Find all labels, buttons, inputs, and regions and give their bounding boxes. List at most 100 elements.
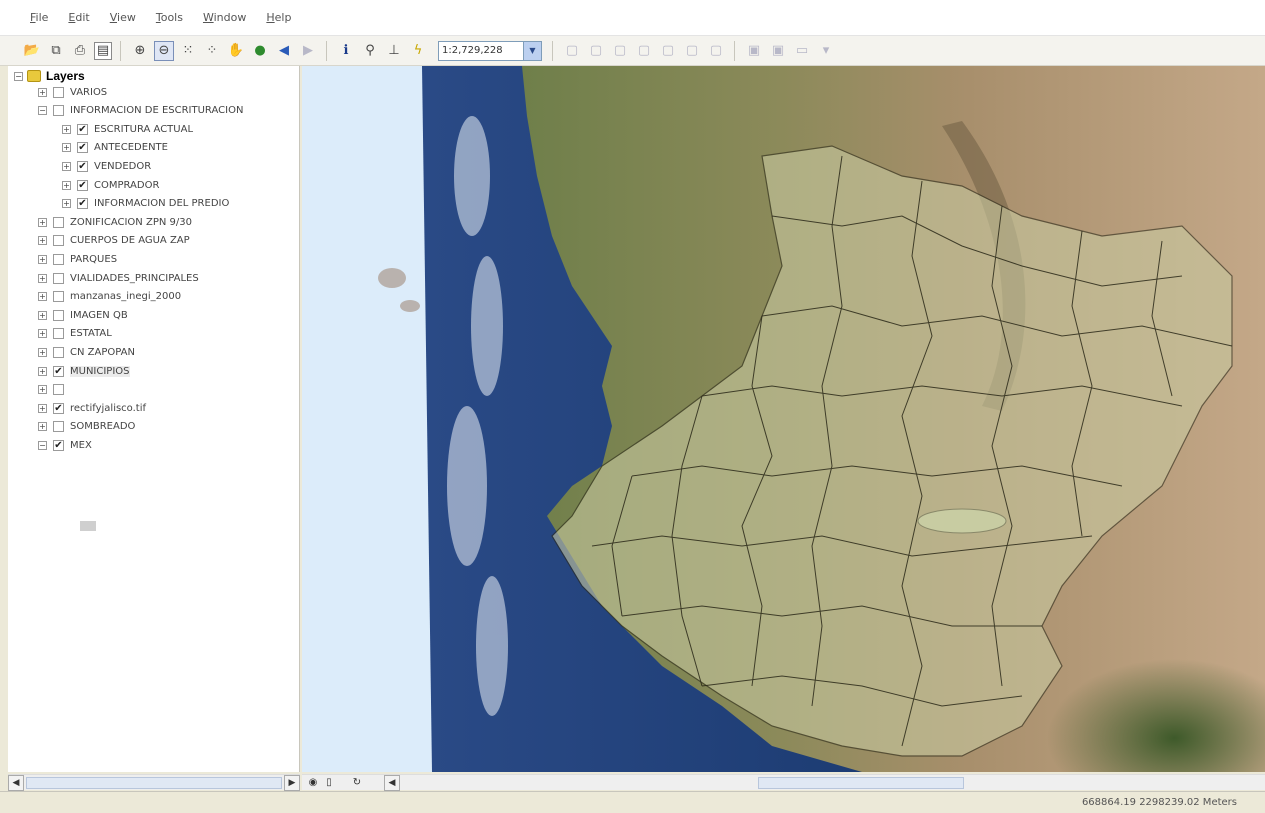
sketch-tool-icon[interactable]: ▢ bbox=[586, 41, 606, 61]
layer-visibility-checkbox[interactable]: ✔ bbox=[53, 291, 64, 303]
expand-icon[interactable]: + bbox=[62, 161, 71, 171]
zoom-out-icon[interactable]: ⊖ bbox=[154, 40, 174, 61]
expand-icon[interactable]: + bbox=[62, 124, 71, 134]
measure-icon[interactable]: ⊥ bbox=[384, 41, 404, 61]
layer-visibility-checkbox[interactable]: ✔ bbox=[53, 346, 64, 358]
zoom-in-icon[interactable]: ⊕ bbox=[130, 41, 150, 61]
scroll-left-icon[interactable]: ◀ bbox=[384, 775, 400, 791]
layer-visibility-checkbox[interactable]: ✔ bbox=[77, 142, 88, 154]
layers-root[interactable]: − Layers bbox=[14, 68, 85, 84]
layer-visibility-checkbox[interactable]: ✔ bbox=[53, 328, 64, 340]
toc-horizontal-scrollbar[interactable]: ◀ ▶ bbox=[8, 774, 300, 791]
dropdown-arrow-icon[interactable]: ▾ bbox=[816, 41, 836, 61]
layer-visibility-checkbox[interactable]: ✔ bbox=[77, 160, 88, 172]
scroll-thumb[interactable] bbox=[26, 777, 282, 789]
layer-row[interactable]: + ✔ VIALIDADES_PRINCIPALES bbox=[38, 270, 199, 286]
layer-visibility-checkbox[interactable]: ✔ bbox=[77, 198, 88, 210]
fixed-zoom-out-icon[interactable]: ⁘ bbox=[202, 41, 222, 61]
layer-visibility-checkbox[interactable]: ✔ bbox=[53, 365, 64, 377]
layer-row[interactable]: +✔ bbox=[38, 382, 70, 398]
open-document-icon[interactable]: 📂 bbox=[22, 41, 42, 61]
expand-icon[interactable]: + bbox=[38, 403, 47, 413]
rotate-tool-icon[interactable]: ▢ bbox=[682, 41, 702, 61]
layer-row[interactable]: + ✔ ZONIFICACION ZPN 9/30 bbox=[38, 214, 192, 230]
map-scroll-thumb[interactable] bbox=[758, 777, 964, 789]
layer-row[interactable]: + ✔ ESTATAL bbox=[38, 326, 112, 342]
data-view-icon[interactable]: ◉ bbox=[306, 776, 320, 790]
symbology-icon[interactable]: ▣ bbox=[768, 41, 788, 61]
menu-file[interactable]: File bbox=[30, 11, 48, 24]
collapse-icon[interactable]: − bbox=[38, 440, 47, 450]
layer-row[interactable]: + ✔ INFORMACION DEL PREDIO bbox=[62, 196, 229, 212]
layer-visibility-checkbox[interactable]: ✔ bbox=[53, 272, 64, 284]
layer-row[interactable]: + ✔ COMPRADOR bbox=[62, 177, 159, 193]
layer-row[interactable]: + ✔ VENDEDOR bbox=[62, 158, 151, 174]
expand-icon[interactable]: + bbox=[62, 143, 71, 153]
expand-icon[interactable]: + bbox=[38, 329, 47, 339]
hyperlink-bolt-icon[interactable]: ϟ bbox=[408, 41, 428, 61]
expand-icon[interactable]: + bbox=[38, 236, 47, 246]
layer-visibility-checkbox[interactable]: ✔ bbox=[53, 86, 64, 98]
scroll-right-icon[interactable]: ▶ bbox=[284, 775, 300, 791]
layer-row[interactable]: + ✔ ANTECEDENTE bbox=[62, 140, 168, 156]
map-scale-input[interactable] bbox=[438, 40, 524, 61]
layer-row[interactable]: + ✔ MUNICIPIOS bbox=[38, 363, 130, 379]
expand-icon[interactable]: + bbox=[38, 254, 47, 264]
identify-icon[interactable]: ℹ bbox=[336, 41, 356, 61]
print-icon[interactable]: ⎙ bbox=[70, 41, 90, 61]
layer-row[interactable]: + ✔ ESCRITURA ACTUAL bbox=[62, 121, 193, 137]
chevron-down-icon[interactable]: ▼ bbox=[524, 40, 542, 61]
layer-visibility-checkbox[interactable]: ✔ bbox=[53, 421, 64, 433]
layer-row[interactable]: − ✔ MEX bbox=[38, 437, 92, 453]
menu-window[interactable]: Window bbox=[203, 11, 246, 24]
layer-visibility-checkbox[interactable]: ✔ bbox=[53, 253, 64, 265]
layer-row[interactable]: −✔ INFORMACION DE ESCRITURACION bbox=[38, 103, 243, 119]
add-data-icon[interactable]: ⧉ bbox=[46, 41, 66, 61]
menu-edit[interactable]: Edit bbox=[68, 11, 89, 24]
expand-icon[interactable]: + bbox=[38, 422, 47, 432]
split-tool-icon[interactable]: ▢ bbox=[658, 41, 678, 61]
menu-tools[interactable]: Tools bbox=[156, 11, 183, 24]
forward-extent-arrow-icon[interactable]: ▶ bbox=[298, 41, 318, 61]
expand-icon[interactable]: + bbox=[38, 385, 47, 395]
map-scale-combo[interactable]: ▼ bbox=[438, 40, 542, 61]
expand-icon[interactable]: + bbox=[62, 199, 71, 209]
layer-row[interactable]: + ✔ manzanas_inegi_2000 bbox=[38, 289, 181, 305]
pan-hand-icon[interactable]: ✋ bbox=[226, 41, 246, 61]
expand-icon[interactable]: + bbox=[38, 292, 47, 302]
layer-visibility-checkbox[interactable]: ✔ bbox=[53, 105, 64, 117]
full-extent-globe-icon[interactable]: ● bbox=[250, 41, 270, 61]
cut-polygon-icon[interactable]: ▢ bbox=[634, 41, 654, 61]
layer-row[interactable]: + ✔ VARIOS bbox=[38, 84, 107, 100]
layer-row[interactable]: + ✔ CN ZAPOPAN bbox=[38, 344, 135, 360]
menu-view[interactable]: View bbox=[110, 11, 136, 24]
menu-help[interactable]: Help bbox=[266, 11, 291, 24]
layer-visibility-checkbox[interactable]: ✔ bbox=[53, 402, 64, 414]
collapse-icon[interactable]: − bbox=[14, 71, 23, 81]
edit-vertices-icon[interactable]: ▢ bbox=[610, 41, 630, 61]
attributes-icon[interactable]: ▢ bbox=[706, 41, 726, 61]
expand-icon[interactable]: + bbox=[38, 273, 47, 283]
expand-icon[interactable]: + bbox=[38, 217, 47, 227]
layer-row[interactable]: + ✔ CUERPOS DE AGUA ZAP bbox=[38, 233, 190, 249]
collapse-icon[interactable]: − bbox=[38, 106, 47, 116]
layer-row[interactable]: + ✔ PARQUES bbox=[38, 251, 117, 267]
layer-visibility-checkbox[interactable]: ✔ bbox=[53, 216, 64, 228]
back-extent-arrow-icon[interactable]: ◀ bbox=[274, 41, 294, 61]
layer-visibility-checkbox[interactable]: ✔ bbox=[53, 439, 64, 451]
layer-row[interactable]: + ✔ SOMBREADO bbox=[38, 419, 135, 435]
expand-icon[interactable]: + bbox=[62, 180, 71, 190]
expand-icon[interactable]: + bbox=[38, 87, 47, 97]
layer-row[interactable]: + ✔ rectifyjalisco.tif bbox=[38, 400, 146, 416]
layer-visibility-checkbox[interactable]: ✔ bbox=[53, 235, 64, 247]
layer-visibility-checkbox[interactable]: ✔ bbox=[53, 384, 64, 396]
labeling-icon[interactable]: ▭ bbox=[792, 41, 812, 61]
layout-view-icon[interactable]: ▤ bbox=[94, 41, 112, 60]
expand-icon[interactable]: + bbox=[38, 347, 47, 357]
layer-visibility-checkbox[interactable]: ✔ bbox=[53, 309, 64, 321]
fixed-zoom-in-icon[interactable]: ⁙ bbox=[178, 41, 198, 61]
expand-icon[interactable]: + bbox=[38, 366, 47, 376]
refresh-icon[interactable]: ↻ bbox=[350, 776, 364, 790]
expand-icon[interactable]: + bbox=[38, 310, 47, 320]
layer-visibility-checkbox[interactable]: ✔ bbox=[77, 123, 88, 135]
